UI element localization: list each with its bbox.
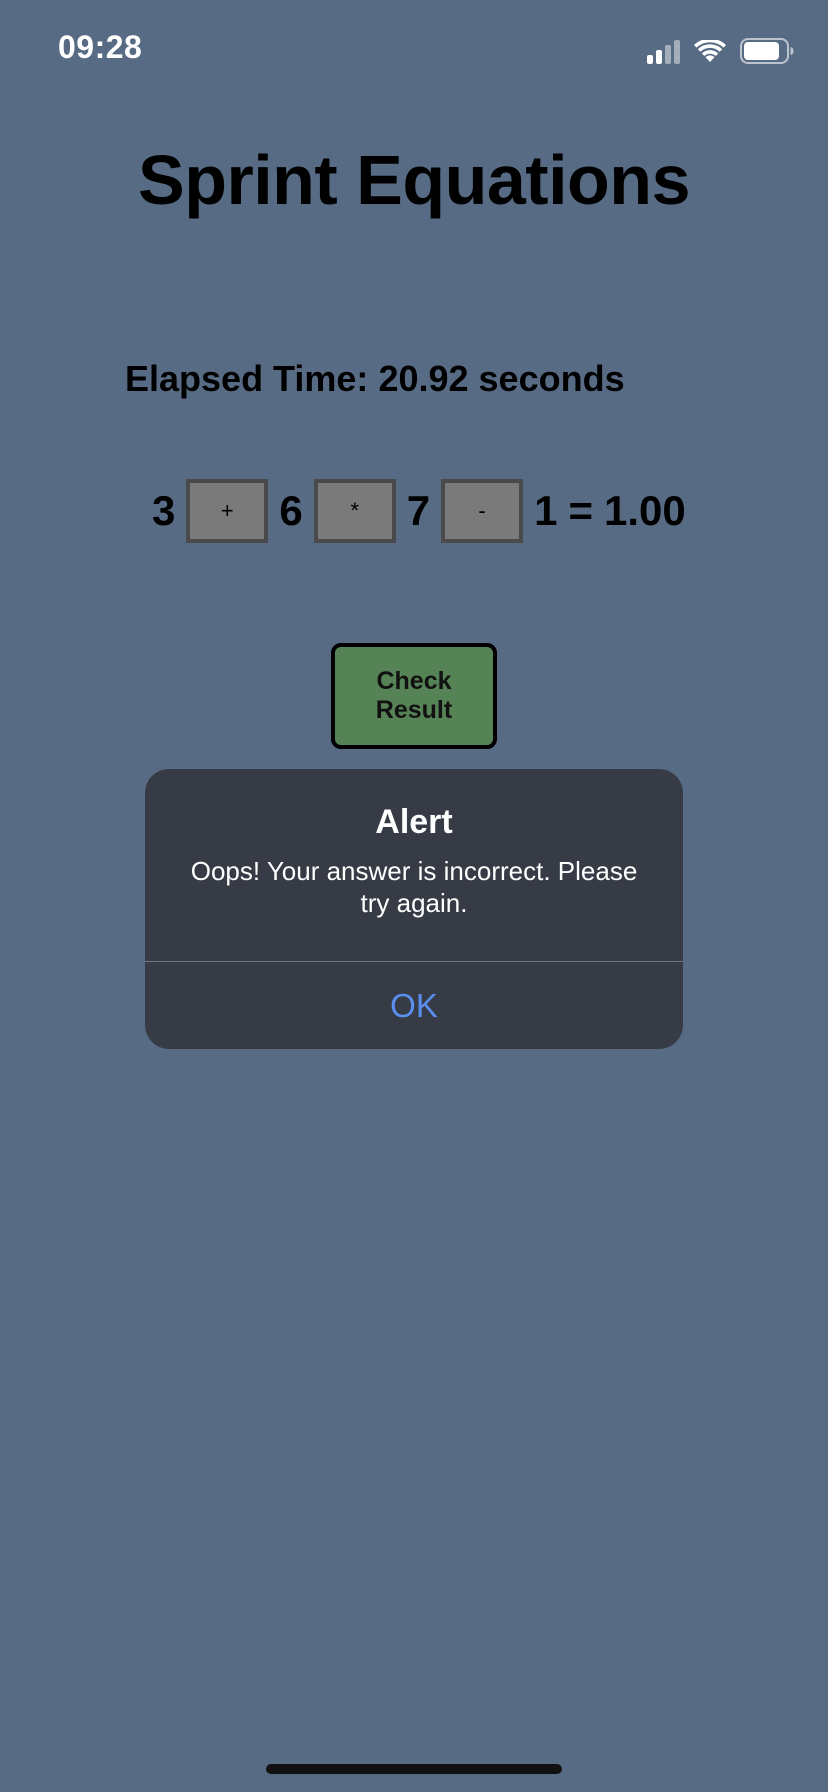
check-button-label-line1: Check — [376, 667, 452, 695]
equation: 3 + 6 * 7 - 1 = 1.00 — [152, 479, 686, 543]
home-indicator[interactable] — [266, 1764, 562, 1774]
elapsed-unit: seconds — [468, 358, 625, 399]
operator-slot-2[interactable]: * — [313, 479, 396, 543]
elapsed-time-label: Elapsed Time: 20.92 seconds — [125, 358, 625, 400]
alert-dialog: Alert Oops! Your answer is incorrect. Pl… — [145, 769, 683, 1049]
status-icons — [647, 36, 794, 64]
operator-slot-3[interactable]: - — [441, 479, 524, 543]
check-button-label-line2: Result — [375, 696, 453, 724]
operator-slot-1[interactable]: + — [186, 479, 269, 543]
check-result-button[interactable]: Check Result — [331, 643, 497, 749]
elapsed-label: Elapsed Time: — [125, 358, 379, 399]
equation-result: 1.00 — [603, 487, 686, 534]
battery-icon — [740, 38, 794, 64]
equals-sign: = — [568, 487, 593, 534]
alert-ok-button[interactable]: OK — [145, 962, 683, 1049]
elapsed-value: 20.92 — [378, 358, 469, 399]
equation-number-1: 3 — [152, 487, 176, 534]
equation-number-3: 7 — [406, 487, 431, 534]
alert-title: Alert — [375, 803, 453, 841]
status-time: 09:28 — [58, 29, 143, 65]
signal-icon — [647, 40, 680, 64]
equation-number-2: 6 — [279, 487, 303, 534]
page-title: Sprint Equations — [138, 141, 691, 219]
status-bar: 09:28 — [0, 0, 828, 100]
equation-number-4: 1 — [534, 487, 558, 534]
wifi-icon — [694, 40, 726, 64]
alert-message: Oops! Your answer is incorrect. Please t… — [190, 856, 638, 918]
